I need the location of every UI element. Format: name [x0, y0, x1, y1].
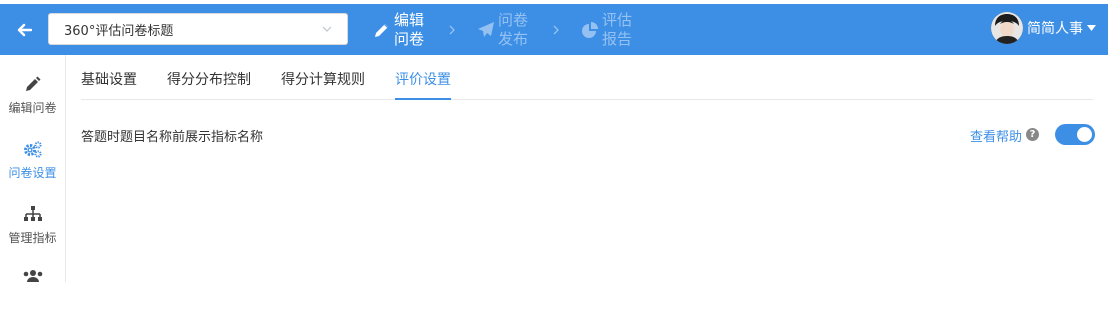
- settings-tabs: 基础设置 得分分布控制 得分计算规则 评价设置: [81, 55, 1093, 100]
- setting-row: 答题时题目名称前展示指标名称 查看帮助 ?: [81, 124, 1095, 146]
- step-label: 问卷发布: [498, 11, 529, 48]
- gears-icon: [0, 138, 65, 160]
- tab-basic-settings[interactable]: 基础设置: [81, 55, 137, 100]
- paper-plane-icon: [476, 20, 496, 40]
- arrow-left-icon: [17, 23, 32, 36]
- sidebar-item-label: 管理指标: [8, 231, 57, 245]
- question-circle-icon[interactable]: ?: [1026, 128, 1039, 141]
- sidebar: 编辑问卷 问卷设置 管理指标: [0, 55, 66, 282]
- view-help-link[interactable]: 查看帮助: [970, 126, 1022, 145]
- step-publish-survey[interactable]: 问卷发布: [476, 11, 532, 49]
- avatar: [991, 12, 1023, 44]
- user-menu[interactable]: 简简人事: [991, 12, 1096, 44]
- tab-score-calculation[interactable]: 得分计算规则: [281, 55, 365, 100]
- pencil-icon: [0, 73, 65, 95]
- sidebar-item-label: 问卷设置: [8, 166, 57, 180]
- survey-title-value: 360°评估问卷标题: [64, 23, 174, 39]
- sitemap-icon: [0, 203, 65, 225]
- top-bar: 360°评估问卷标题 编辑问卷 问卷发布 评估报告 简简人事: [0, 4, 1108, 55]
- pie-chart-icon: [580, 20, 600, 40]
- pencil-icon: [372, 20, 392, 40]
- setting-label: 答题时题目名称前展示指标名称: [81, 130, 264, 145]
- step-edit-survey[interactable]: 编辑问卷: [372, 11, 428, 49]
- tab-score-distribution[interactable]: 得分分布控制: [167, 55, 251, 100]
- tab-evaluation-settings[interactable]: 评价设置: [395, 55, 451, 100]
- step-label: 评估报告: [602, 11, 633, 48]
- sidebar-item-users[interactable]: [0, 265, 65, 321]
- sidebar-item-survey-settings[interactable]: 问卷设置: [0, 138, 65, 194]
- survey-title-select[interactable]: 360°评估问卷标题: [48, 13, 348, 45]
- user-name: 简简人事: [1027, 21, 1083, 37]
- back-button[interactable]: [0, 4, 48, 55]
- step-navigator: 编辑问卷 问卷发布 评估报告: [372, 8, 636, 52]
- sidebar-item-label: 编辑问卷: [8, 101, 57, 115]
- step-evaluation-report[interactable]: 评估报告: [580, 11, 636, 49]
- sidebar-item-manage-indicators[interactable]: 管理指标: [0, 203, 65, 259]
- chevron-right-icon: [428, 24, 476, 36]
- show-indicator-name-toggle[interactable]: [1055, 124, 1095, 145]
- sidebar-item-edit-survey[interactable]: 编辑问卷: [0, 73, 65, 129]
- caret-down-icon: [1087, 25, 1096, 31]
- chevron-down-icon: [322, 26, 332, 32]
- step-label: 编辑问卷: [394, 11, 425, 48]
- toggle-knob: [1077, 127, 1092, 142]
- chevron-right-icon: [532, 24, 580, 36]
- users-icon: [0, 265, 65, 287]
